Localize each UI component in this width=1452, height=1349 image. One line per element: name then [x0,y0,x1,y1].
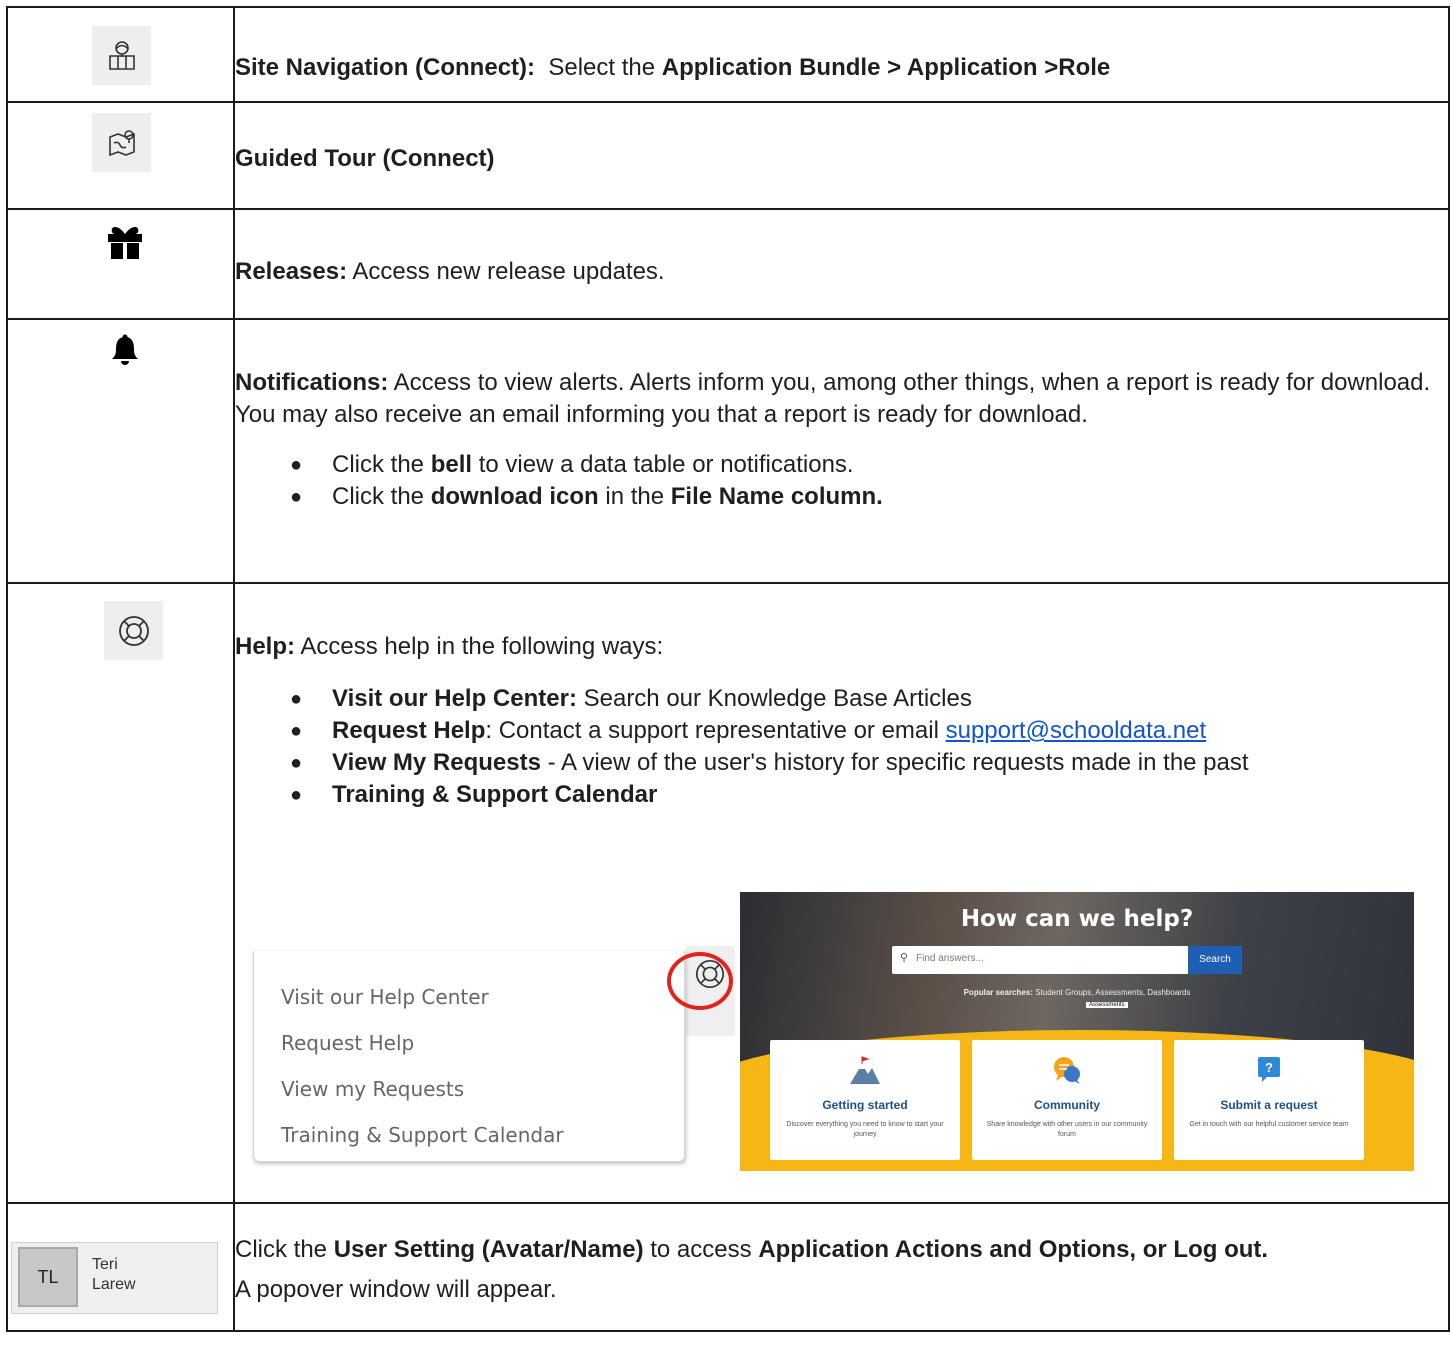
row-text: Access to view alerts. Alerts inform you… [235,369,1431,428]
card-description: Share knowledge with other users in our … [986,1121,1148,1138]
row-text: Access help in the following ways: [300,633,664,660]
gift-icon [106,224,144,265]
row-label: Notifications: [235,369,389,396]
row-text: Select the [548,54,656,81]
text-cell: Notifications: Access to view alerts. Al… [233,318,1450,584]
table-row: Guided Tour (Connect) [6,101,1450,210]
icon-cell [6,318,235,584]
user-name[interactable]: Teri Larew [92,1255,136,1295]
icon-cell [6,582,235,1204]
card-community[interactable]: Community Share knowledge with other use… [972,1040,1162,1160]
list-item: Request Help: Contact a support represen… [290,715,1448,747]
table-row: Click the User Setting (Avatar/Name) to … [6,1202,1450,1332]
text-cell: Guided Tour (Connect) [233,101,1450,210]
icon-cell [6,101,235,210]
menu-item-help-center[interactable]: Visit our Help Center [281,985,489,1009]
list-item: Visit our Help Center: Search our Knowle… [290,683,1448,715]
icon-cell [6,208,235,320]
table-row: Site Navigation (Connect): Select the Ap… [6,6,1450,103]
card-description: Discover everything you need to know to … [786,1121,944,1138]
help-dropdown-menu: Visit our Help Center Request Help View … [253,951,685,1162]
menu-item-view-requests[interactable]: View my Requests [281,1077,464,1101]
svg-text:?: ? [1265,1060,1273,1075]
bell-icon [111,334,139,371]
user-setting-screenshot: TL Teri Larew [11,1242,218,1314]
text-cell: Releases: Access new release updates. [233,208,1450,320]
row-label: Help: [235,633,295,660]
help-center-title: How can we help? [960,906,1194,932]
search-input[interactable]: ⚲ Find answers... Search [892,946,1242,974]
search-button[interactable]: Search [1188,946,1242,974]
bullet-list: Visit our Help Center: Search our Knowle… [235,683,1448,811]
help-menu-screenshot: Visit our Help Center Request Help View … [249,946,735,1172]
card-submit-request[interactable]: ? Submit a request Get in touch with our… [1174,1040,1364,1160]
menu-item-training-calendar[interactable]: Training & Support Calendar [281,1123,564,1147]
list-item: View My Requests - A view of the user's … [290,747,1448,779]
popular-searches: Popular searches: Student Groups, Assess… [963,988,1191,997]
notifications-paragraph: Notifications: Access to view alerts. Al… [235,367,1448,431]
card-title: Community [1034,1098,1100,1112]
menu-item-request-help[interactable]: Request Help [281,1031,414,1055]
row-emphasis: Application Bundle > Application >Role [661,54,1111,81]
row-label: Guided Tour (Connect) [235,145,495,172]
text-cell: Click the User Setting (Avatar/Name) to … [233,1202,1450,1332]
guided-tour-icon [92,113,151,172]
support-email-link[interactable]: support@schooldata.net [946,717,1207,744]
tooltip-tag: Assessments [1086,1002,1128,1008]
table-row: Notifications: Access to view alerts. Al… [6,318,1450,584]
chat-bubbles-icon [1054,1057,1080,1084]
mountain-icon [850,1056,880,1084]
help-center-screenshot: How can we help? ⚲ Find answers... Searc… [740,892,1414,1171]
list-item: Training & Support Calendar [290,779,1448,811]
row-label: Releases: [235,258,348,285]
text-cell: Site Navigation (Connect): Select the Ap… [233,6,1450,103]
card-title: Submit a request [1220,1098,1318,1112]
card-title: Getting started [822,1098,908,1112]
avatar[interactable]: TL [18,1247,78,1307]
search-icon: ⚲ [900,952,909,964]
bullet-list: Click the bell to view a data table or n… [235,449,1448,513]
row-text: Access new release updates. [352,258,665,285]
list-item: Click the download icon in the File Name… [290,481,1448,513]
question-icon: ? [1258,1057,1280,1082]
card-description: Get in touch with our helpful customer s… [1189,1121,1349,1128]
card-getting-started[interactable]: Getting started Discover everything you … [770,1040,960,1160]
highlight-circle [667,952,733,1010]
table-row: Releases: Access new release updates. [6,208,1450,320]
row-text: A popover window will appear. [235,1276,557,1303]
help-icon [104,601,163,660]
row-label: Site Navigation (Connect): [235,54,536,81]
icon-cell [6,6,235,103]
list-item: Click the bell to view a data table or n… [290,449,1448,481]
search-placeholder: Find answers... [916,953,984,964]
site-navigation-icon [92,26,151,85]
